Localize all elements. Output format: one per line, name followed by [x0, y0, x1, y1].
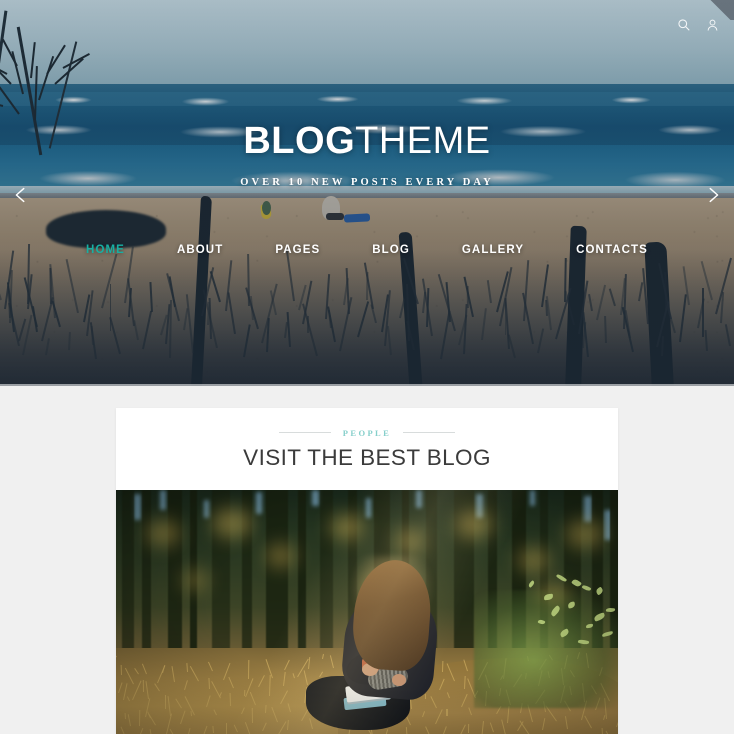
content-area: PEOPLE VISIT THE BEST BLOG [0, 386, 734, 734]
hero-overlay-tint [0, 0, 734, 386]
nav-item-home[interactable]: HOME [60, 244, 151, 256]
nav-item-about[interactable]: ABOUT [151, 244, 249, 256]
photo-vignette [116, 490, 618, 734]
hero-title: BLOGTHEME [0, 120, 734, 162]
nav-item-gallery[interactable]: GALLERY [436, 244, 550, 256]
post-card-header: PEOPLE VISIT THE BEST BLOG [116, 408, 618, 490]
hero-text-block: BLOGTHEME OVER 10 NEW POSTS EVERY DAY [0, 120, 734, 188]
blog-post-card[interactable]: PEOPLE VISIT THE BEST BLOG [116, 408, 618, 734]
carousel-prev-button[interactable] [6, 180, 36, 210]
hero-subtitle: OVER 10 NEW POSTS EVERY DAY [240, 176, 494, 188]
category-rule-right [403, 432, 456, 433]
hero-title-light: THEME [355, 120, 491, 162]
category-rule-left [278, 432, 331, 433]
nav-item-blog[interactable]: BLOG [346, 244, 436, 256]
post-featured-image[interactable] [116, 490, 618, 734]
corner-fold [706, 0, 734, 20]
hero-title-bold: BLOG [243, 120, 356, 162]
hero-utility-icons [677, 18, 720, 34]
nav-item-pages[interactable]: PAGES [249, 244, 346, 256]
post-category-row: PEOPLE [278, 428, 456, 438]
post-category-label[interactable]: PEOPLE [343, 428, 391, 438]
user-icon[interactable] [706, 18, 720, 34]
hero-slider: BLOGTHEME OVER 10 NEW POSTS EVERY DAY HO… [0, 0, 734, 386]
post-title[interactable]: VISIT THE BEST BLOG [243, 445, 491, 471]
hero-bottom-divider [0, 384, 734, 386]
search-icon[interactable] [677, 18, 691, 34]
nav-item-contacts[interactable]: CONTACTS [550, 244, 674, 256]
main-navigation: HOME ABOUT PAGES BLOG GALLERY CONTACTS [0, 244, 734, 256]
carousel-next-button[interactable] [698, 180, 728, 210]
